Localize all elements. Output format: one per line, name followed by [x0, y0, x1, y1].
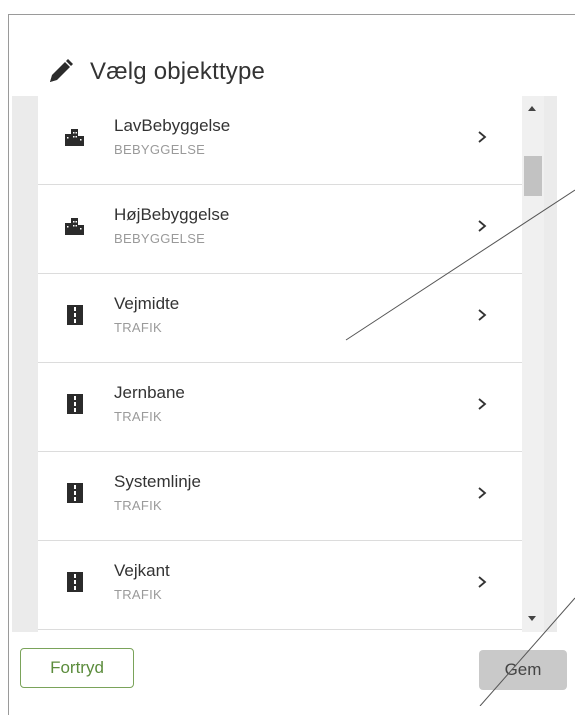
item-category: TRAFIK [114, 409, 163, 424]
item-name: Vejkant [114, 561, 170, 580]
chevron-right-icon[interactable] [475, 391, 489, 417]
road-icon [67, 572, 83, 592]
list-item-jernbane[interactable]: Jernbane TRAFIK [38, 363, 522, 452]
road-icon [67, 483, 83, 503]
buildings-icon [65, 129, 84, 146]
item-category: TRAFIK [114, 587, 163, 602]
cancel-button[interactable]: Fortryd [20, 648, 134, 688]
item-name: HøjBebyggelse [114, 205, 230, 224]
list-item-vejkant[interactable]: Vejkant TRAFIK [38, 541, 522, 630]
road-icon [67, 394, 83, 414]
list-item-hojbebyggelse[interactable]: HøjBebyggelse BEBYGGELSE [38, 185, 522, 274]
chevron-right-icon[interactable] [475, 569, 489, 595]
chevron-right-icon[interactable] [475, 302, 489, 328]
list-item-lavbebyggelse[interactable]: LavBebyggelse BEBYGGELSE [38, 96, 522, 185]
object-type-list-panel: LavBebyggelse BEBYGGELSE HøjBebyggelse B… [12, 96, 557, 632]
item-category: BEBYGGELSE [114, 231, 206, 246]
item-category: TRAFIK [114, 320, 163, 335]
buildings-icon [65, 218, 84, 235]
item-category: BEBYGGELSE [114, 142, 206, 157]
road-icon [67, 305, 83, 325]
scroll-up-arrow-icon[interactable] [528, 106, 536, 111]
item-name: Vejmidte [114, 294, 180, 313]
scroll-down-arrow-icon[interactable] [528, 616, 536, 621]
chevron-right-icon[interactable] [475, 124, 489, 150]
chevron-right-icon[interactable] [475, 480, 489, 506]
item-name: Systemlinje [114, 472, 201, 491]
list-scrollbar[interactable] [522, 96, 544, 632]
scrollbar-thumb[interactable] [524, 156, 542, 196]
pencil-icon [50, 59, 73, 82]
object-type-list[interactable]: LavBebyggelse BEBYGGELSE HøjBebyggelse B… [38, 96, 522, 632]
item-name: Jernbane [114, 383, 185, 402]
item-name: LavBebyggelse [114, 116, 231, 135]
item-category: TRAFIK [114, 498, 163, 513]
list-item-vejmidte[interactable]: Vejmidte TRAFIK [38, 274, 522, 363]
save-button[interactable]: Gem [479, 650, 567, 690]
dialog-header: Vælg objekttype [44, 52, 265, 92]
chevron-right-icon[interactable] [475, 213, 489, 239]
dialog-title: Vælg objekttype [90, 58, 266, 85]
list-item-systemlinje[interactable]: Systemlinje TRAFIK [38, 452, 522, 541]
